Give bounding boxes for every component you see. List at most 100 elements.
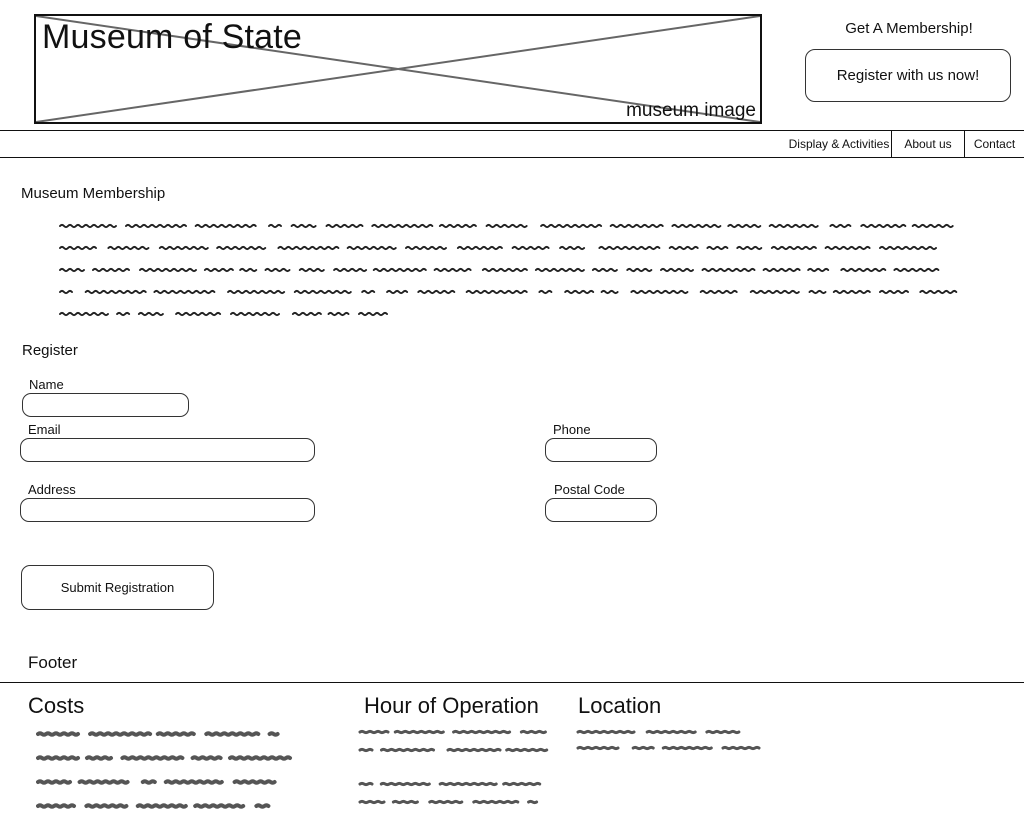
scribble-word bbox=[291, 311, 322, 317]
address-field[interactable] bbox=[20, 498, 315, 522]
scribble-text-lines bbox=[358, 729, 549, 805]
scribble-word bbox=[527, 799, 539, 805]
scribble-word bbox=[264, 267, 291, 273]
scribble-word bbox=[706, 245, 729, 251]
scribble-word bbox=[92, 267, 130, 273]
scribble-word bbox=[190, 755, 223, 761]
scribble-word bbox=[511, 245, 550, 251]
scribble-word bbox=[660, 267, 694, 273]
postal-code-label: Postal Code bbox=[554, 482, 625, 497]
scribble-word bbox=[36, 803, 76, 809]
scribble-word bbox=[140, 779, 157, 785]
scribble-word bbox=[230, 311, 280, 317]
scribble-word bbox=[36, 779, 72, 785]
scribble-word bbox=[228, 755, 292, 761]
scribble-word bbox=[386, 289, 409, 295]
scribble-word bbox=[456, 245, 503, 251]
scribble-word bbox=[175, 311, 222, 317]
scribble-word bbox=[327, 311, 350, 317]
scribble-word bbox=[298, 267, 325, 273]
submit-registration-button[interactable]: Submit Registration bbox=[21, 565, 214, 610]
scribble-word bbox=[749, 289, 800, 295]
register-heading: Register bbox=[22, 342, 78, 359]
museum-image-placeholder: Museum of State museum image bbox=[34, 14, 762, 124]
scribble-word bbox=[428, 799, 464, 805]
scribble-text-lines bbox=[36, 731, 292, 809]
scribble-word bbox=[267, 731, 280, 737]
scribble-word bbox=[576, 729, 636, 735]
scribble-word bbox=[107, 245, 150, 251]
scribble-word bbox=[705, 729, 741, 735]
scribble-text-lines bbox=[576, 729, 761, 751]
scribble-word bbox=[203, 267, 234, 273]
footer-hours-text-placeholder bbox=[358, 726, 563, 816]
scribble-word bbox=[59, 223, 117, 229]
scribble-word bbox=[661, 745, 713, 751]
scribble-word bbox=[452, 729, 512, 735]
scribble-word bbox=[153, 289, 216, 295]
scribble-word bbox=[59, 311, 109, 317]
nav-item-about-us[interactable]: About us bbox=[892, 131, 964, 157]
scribble-word bbox=[472, 799, 520, 805]
scribble-word bbox=[576, 745, 620, 751]
scribble-word bbox=[701, 267, 756, 273]
register-now-button[interactable]: Register with us now! bbox=[805, 49, 1011, 102]
scribble-word bbox=[290, 223, 317, 229]
scribble-word bbox=[139, 267, 197, 273]
scribble-word bbox=[762, 267, 801, 273]
footer-hours-heading: Hour of Operation bbox=[364, 693, 539, 718]
scribble-word bbox=[893, 267, 940, 273]
scribble-word bbox=[371, 223, 434, 229]
site-title: Museum of State bbox=[42, 18, 303, 56]
scribble-word bbox=[438, 781, 498, 787]
scribble-word bbox=[85, 755, 113, 761]
scribble-word bbox=[59, 267, 85, 273]
scribble-word bbox=[609, 223, 664, 229]
footer-costs-text-placeholder bbox=[36, 726, 301, 826]
scribble-word bbox=[824, 245, 871, 251]
scribble-word bbox=[88, 731, 153, 737]
membership-heading: Museum Membership bbox=[21, 185, 166, 202]
scribble-word bbox=[626, 267, 653, 273]
scribble-word bbox=[505, 747, 549, 753]
scribble-word bbox=[59, 289, 73, 295]
email-field[interactable] bbox=[20, 438, 315, 462]
scribble-word bbox=[293, 289, 352, 295]
scribble-word bbox=[807, 267, 830, 273]
phone-label: Phone bbox=[553, 422, 591, 437]
footer-divider bbox=[0, 682, 1024, 683]
postal-code-field[interactable] bbox=[545, 498, 657, 522]
scribble-word bbox=[879, 289, 909, 295]
scribble-word bbox=[333, 267, 368, 273]
scribble-word bbox=[325, 223, 364, 229]
scribble-word bbox=[631, 745, 655, 751]
footer-label: Footer bbox=[28, 653, 78, 672]
nav-item-display-activities[interactable]: Display & Activities bbox=[787, 131, 891, 157]
membership-description-placeholder bbox=[58, 218, 968, 328]
scribble-word bbox=[727, 223, 762, 229]
phone-field[interactable] bbox=[545, 438, 657, 462]
image-caption: museum image bbox=[626, 100, 756, 121]
scribble-word bbox=[630, 289, 689, 295]
footer-costs-heading: Costs bbox=[28, 693, 85, 718]
name-field[interactable] bbox=[22, 393, 189, 417]
scribble-word bbox=[600, 289, 619, 295]
scribble-word bbox=[125, 223, 187, 229]
scribble-word bbox=[768, 223, 819, 229]
scribble-word bbox=[438, 223, 477, 229]
scribble-word bbox=[721, 745, 761, 751]
scribble-word bbox=[446, 747, 502, 753]
scribble-word bbox=[358, 311, 388, 317]
scribble-word bbox=[391, 799, 419, 805]
scribble-word bbox=[559, 245, 586, 251]
scribble-word bbox=[358, 799, 386, 805]
scribble-word bbox=[379, 781, 431, 787]
scribble-word bbox=[598, 245, 661, 251]
scribble-word bbox=[699, 289, 738, 295]
scribble-word bbox=[538, 289, 553, 295]
nav-item-contact[interactable]: Contact bbox=[965, 131, 1024, 157]
scribble-word bbox=[268, 223, 282, 229]
scribble-word bbox=[736, 245, 763, 251]
scribble-word bbox=[393, 729, 445, 735]
scribble-word bbox=[519, 729, 547, 735]
